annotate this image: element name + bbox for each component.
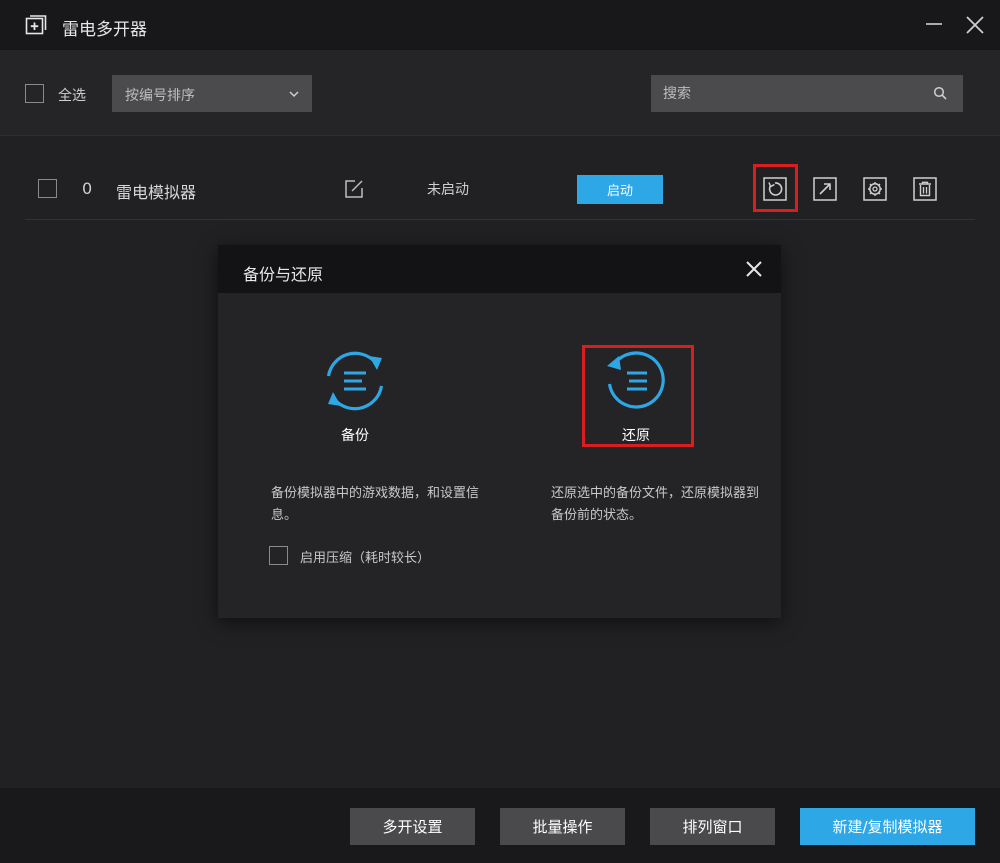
compress-checkbox[interactable]	[269, 546, 288, 565]
select-all-label: 全选	[58, 88, 86, 104]
export-icon[interactable]	[812, 176, 838, 202]
title-bar: 雷电多开器	[0, 0, 1000, 50]
close-icon[interactable]	[962, 12, 988, 38]
chevron-down-icon	[289, 91, 299, 98]
dialog-close-icon[interactable]	[743, 258, 765, 280]
highlight-restore-option	[582, 345, 694, 447]
dialog-title: 备份与还原	[243, 265, 324, 284]
emulator-status: 未启动	[427, 182, 469, 198]
highlight-backup-button	[753, 164, 798, 212]
toolbar: 全选 按编号排序	[0, 50, 1000, 136]
emulator-name: 雷电模拟器	[116, 183, 197, 202]
sort-select[interactable]: 按编号排序	[112, 75, 312, 112]
batch-operations-button[interactable]: 批量操作	[500, 808, 625, 845]
compress-label: 启用压缩（耗时较长）	[300, 551, 431, 566]
bottom-bar: 多开设置 批量操作 排列窗口 新建/复制模拟器	[0, 788, 1000, 863]
backup-restore-dialog: 备份与还原 备份 还原 备份模拟器中的游戏数据，和设置信息。 还原选中的备份文件…	[218, 245, 781, 618]
sort-select-value: 按编号排序	[125, 88, 195, 104]
window-title: 雷电多开器	[62, 20, 147, 40]
emulator-row-checkbox[interactable]	[38, 179, 57, 198]
minimize-icon[interactable]	[922, 12, 946, 36]
backup-icon[interactable]	[322, 348, 388, 414]
multi-settings-button[interactable]: 多开设置	[350, 808, 475, 845]
start-button[interactable]: 启动	[577, 175, 663, 204]
backup-label[interactable]: 备份	[305, 425, 405, 445]
backup-description: 备份模拟器中的游戏数据，和设置信息。	[271, 486, 480, 523]
emulator-index: 0	[82, 179, 93, 198]
select-all-checkbox[interactable]	[25, 84, 44, 103]
search-icon[interactable]	[933, 86, 948, 101]
multi-instance-manager: 雷电多开器 全选 按编号排序 0 雷电模拟器	[0, 0, 1000, 863]
emulator-row: 0 雷电模拟器 未启动 启动	[25, 158, 975, 220]
search-box	[651, 75, 963, 112]
add-window-icon	[25, 15, 47, 35]
settings-icon[interactable]	[862, 176, 888, 202]
search-input[interactable]	[651, 75, 921, 112]
edit-name-icon[interactable]	[343, 178, 365, 200]
arrange-windows-button[interactable]: 排列窗口	[650, 808, 775, 845]
new-copy-emulator-button[interactable]: 新建/复制模拟器	[800, 808, 975, 845]
delete-icon[interactable]	[912, 176, 938, 202]
restore-description: 还原选中的备份文件，还原模拟器到备份前的状态。	[551, 486, 760, 523]
dialog-header: 备份与还原	[218, 245, 781, 293]
